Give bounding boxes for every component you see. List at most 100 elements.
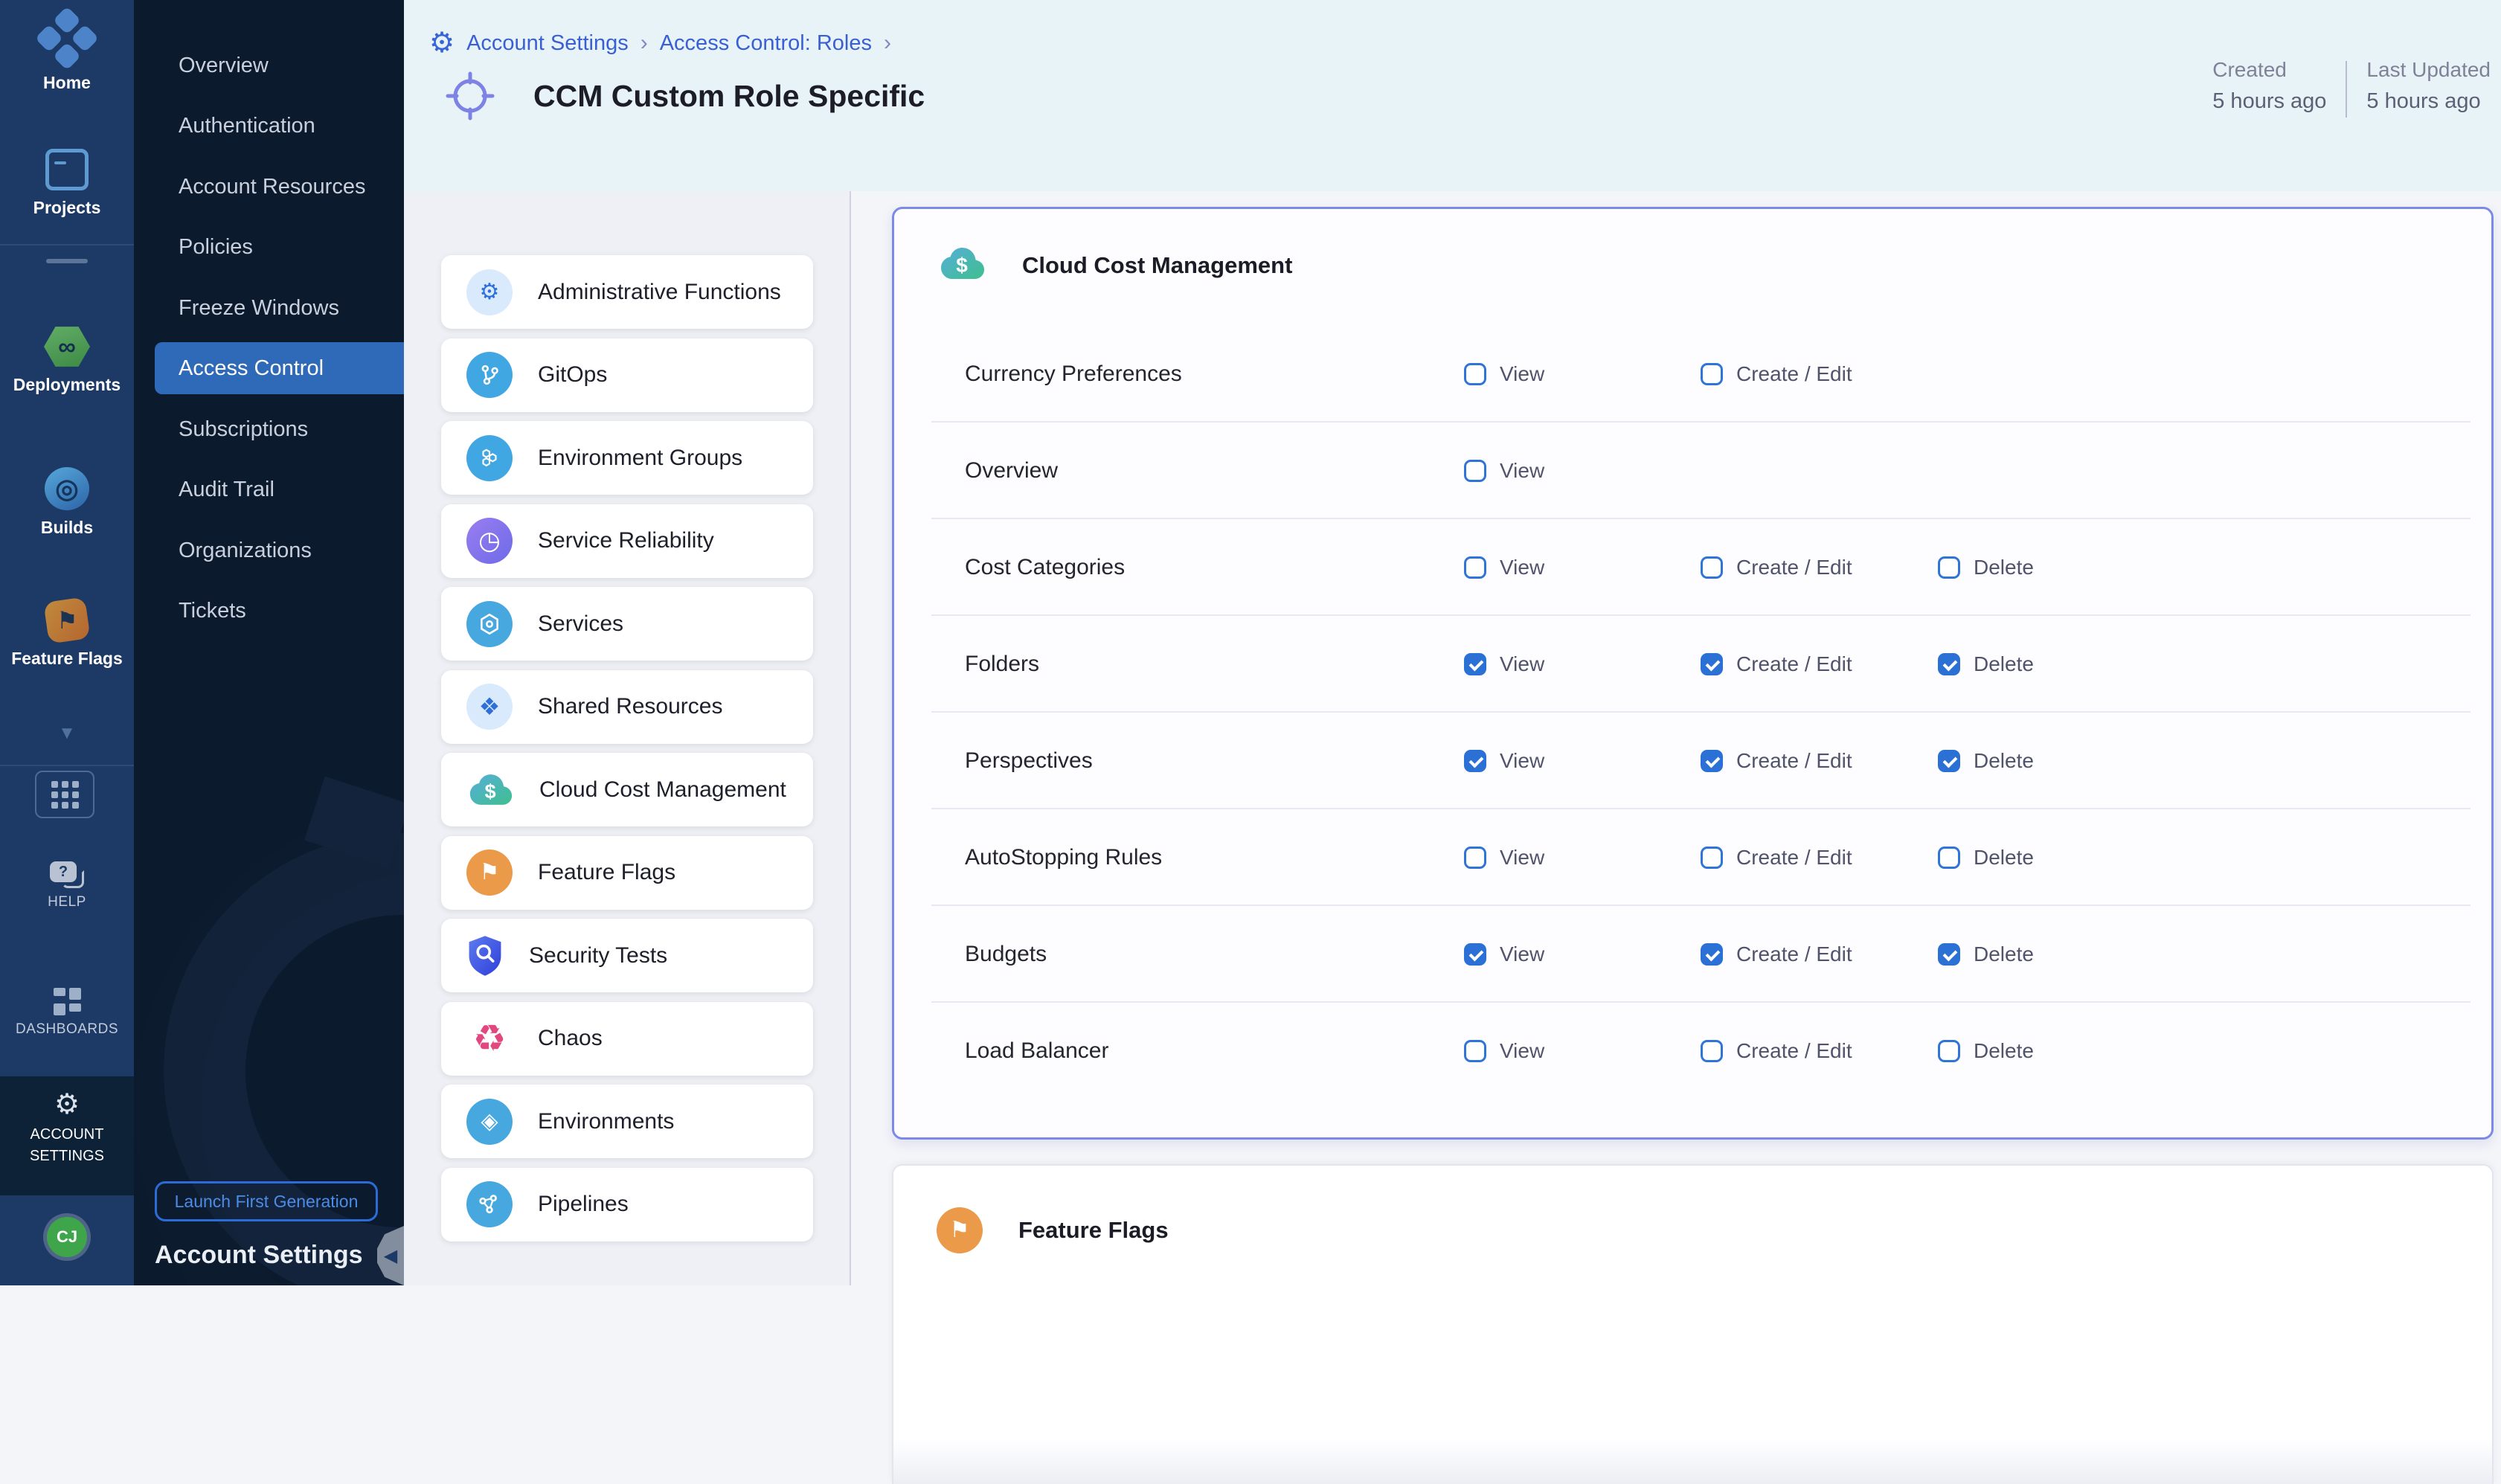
breadcrumb-access-control-roles[interactable]: Access Control: Roles <box>660 31 872 56</box>
cloud-cost-management-icon: $ <box>937 245 986 286</box>
permission-create-edit[interactable]: Create / Edit <box>1701 809 1852 906</box>
breadcrumb-account-settings[interactable]: Account Settings <box>466 31 629 56</box>
permission-delete[interactable]: Delete <box>1938 1003 2034 1099</box>
rail-item-help[interactable]: ? HELP <box>0 861 134 910</box>
rail-item-label: Feature Flags <box>11 649 123 668</box>
pipelines-icon <box>466 1181 513 1227</box>
checkbox-unchecked[interactable] <box>1464 363 1486 385</box>
page-title: CCM Custom Role Specific <box>533 79 925 114</box>
ccm-panel-title: Cloud Cost Management <box>1022 252 1292 279</box>
checkbox-checked[interactable] <box>1464 750 1486 772</box>
sidebar-item-access-control[interactable]: Access Control <box>155 342 404 394</box>
launch-first-generation-button[interactable]: Launch First Generation <box>155 1181 378 1221</box>
permission-create-edit[interactable]: Create / Edit <box>1701 616 1852 713</box>
permission-delete[interactable]: Delete <box>1938 519 2034 616</box>
category-card-services[interactable]: Services <box>441 587 813 661</box>
checkbox-checked[interactable] <box>1938 750 1960 772</box>
category-card-envgroups[interactable]: Environment Groups <box>441 421 813 495</box>
rail-item-feature-flags[interactable]: ⚑ Feature Flags <box>0 600 134 668</box>
rail-item-label: Builds <box>41 518 93 537</box>
permission-create-edit[interactable]: Create / Edit <box>1701 326 1852 423</box>
permission-label: Create / Edit <box>1736 846 1852 870</box>
checkbox-checked[interactable] <box>1464 653 1486 675</box>
services-icon <box>466 601 513 647</box>
chevron-left-icon: ◀ <box>384 1245 397 1267</box>
permission-view[interactable]: View <box>1464 423 1544 519</box>
checkbox-checked[interactable] <box>1938 943 1960 966</box>
created-value: 5 hours ago <box>2212 89 2326 114</box>
permission-create-edit[interactable]: Create / Edit <box>1701 906 1852 1003</box>
category-card-flag[interactable]: ⚑Feature Flags <box>441 836 813 910</box>
category-label: Feature Flags <box>538 860 675 885</box>
feature-flags-icon: ⚑ <box>43 597 90 643</box>
permission-view[interactable]: View <box>1464 326 1544 423</box>
deployments-icon: ∞ <box>44 326 90 367</box>
checkbox-checked[interactable] <box>1464 943 1486 966</box>
permission-delete[interactable]: Delete <box>1938 616 2034 713</box>
permission-delete[interactable]: Delete <box>1938 906 2034 1003</box>
category-card-shared[interactable]: ❖Shared Resources <box>441 670 813 744</box>
sidebar-item-policies[interactable]: Policies <box>155 221 404 273</box>
permission-create-edit[interactable]: Create / Edit <box>1701 713 1852 809</box>
category-card-chaos[interactable]: ♻Chaos <box>441 1002 813 1076</box>
settings-sidebar: Overview Authentication Account Resources P… <box>134 0 404 1285</box>
permission-view[interactable]: View <box>1464 616 1544 713</box>
resource-category-list: ⚙Administrative Functions GitOps Environme… <box>404 191 850 1285</box>
rail-item-projects[interactable]: Projects <box>0 143 134 217</box>
envgroups-icon <box>466 435 513 481</box>
checkbox-unchecked[interactable] <box>1701 1040 1723 1062</box>
checkbox-checked[interactable] <box>1701 653 1723 675</box>
user-avatar[interactable]: CJ <box>47 1217 87 1257</box>
sidebar-item-freeze-windows[interactable]: Freeze Windows <box>155 282 404 334</box>
permission-view[interactable]: View <box>1464 519 1544 616</box>
category-card-admin[interactable]: ⚙Administrative Functions <box>441 255 813 329</box>
checkbox-unchecked[interactable] <box>1938 556 1960 579</box>
checkbox-unchecked[interactable] <box>1464 847 1486 869</box>
category-card-reliability[interactable]: ◷Service Reliability <box>441 504 813 578</box>
sidebar-item-authentication[interactable]: Authentication <box>155 100 404 152</box>
rail-expand-chevron[interactable]: ▼ <box>0 723 134 744</box>
category-card-cloud[interactable]: $Cloud Cost Management <box>441 753 813 826</box>
permission-create-edit[interactable]: Create / Edit <box>1701 519 1852 616</box>
checkbox-checked[interactable] <box>1701 943 1723 966</box>
permission-view[interactable]: View <box>1464 906 1544 1003</box>
rail-item-dashboards[interactable]: DASHBOARDS <box>0 988 134 1038</box>
module-picker-button[interactable] <box>35 771 94 818</box>
rail-item-builds[interactable]: ◎ Builds <box>0 467 134 537</box>
permission-delete[interactable]: Delete <box>1938 713 2034 809</box>
checkbox-checked[interactable] <box>1701 750 1723 772</box>
category-card-shield[interactable]: Security Tests <box>441 919 813 992</box>
help-chat-icon: ? <box>50 861 84 888</box>
category-card-gitops[interactable]: GitOps <box>441 338 813 412</box>
checkbox-unchecked[interactable] <box>1938 1040 1960 1062</box>
checkbox-unchecked[interactable] <box>1464 556 1486 579</box>
sidebar-item-organizations[interactable]: Organizations <box>155 524 404 576</box>
permission-view[interactable]: View <box>1464 713 1544 809</box>
checkbox-checked[interactable] <box>1938 653 1960 675</box>
sidebar-item-overview[interactable]: Overview <box>155 39 404 91</box>
rail-item-label: HELP <box>48 894 86 910</box>
category-card-environments[interactable]: ◈Environments <box>441 1085 813 1158</box>
checkbox-unchecked[interactable] <box>1464 1040 1486 1062</box>
rail-item-account-settings[interactable]: ⚙ ACCOUNT SETTINGS <box>0 1076 134 1195</box>
checkbox-unchecked[interactable] <box>1464 460 1486 482</box>
resource-label: Perspectives <box>965 713 1093 809</box>
permission-label: Create / Edit <box>1736 362 1852 386</box>
permission-view[interactable]: View <box>1464 1003 1544 1099</box>
permission-delete[interactable]: Delete <box>1938 809 2034 906</box>
permission-view[interactable]: View <box>1464 809 1544 906</box>
sidebar-item-audit-trail[interactable]: Audit Trail <box>155 463 404 515</box>
permission-label: View <box>1500 942 1544 966</box>
checkbox-unchecked[interactable] <box>1701 363 1723 385</box>
checkbox-unchecked[interactable] <box>1701 556 1723 579</box>
sidebar-item-account-resources[interactable]: Account Resources <box>155 161 404 213</box>
checkbox-unchecked[interactable] <box>1938 847 1960 869</box>
sidebar-item-tickets[interactable]: Tickets <box>155 585 404 637</box>
checkbox-unchecked[interactable] <box>1701 847 1723 869</box>
projects-icon <box>45 149 89 190</box>
sidebar-item-subscriptions[interactable]: Subscriptions <box>155 403 404 455</box>
category-card-pipelines[interactable]: Pipelines <box>441 1168 813 1242</box>
permission-create-edit[interactable]: Create / Edit <box>1701 1003 1852 1099</box>
rail-item-home[interactable]: Home <box>0 16 134 92</box>
rail-item-deployments[interactable]: ∞ Deployments <box>0 326 134 394</box>
